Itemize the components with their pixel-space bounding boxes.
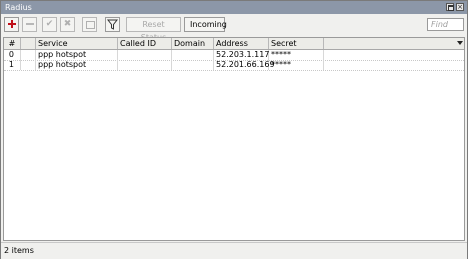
row-flags xyxy=(21,50,36,60)
disable-button[interactable]: ✖ xyxy=(60,17,75,32)
radius-window: Radius × ✔ ✖ Reset Status Incoming Find xyxy=(0,0,468,259)
incoming-button[interactable]: Incoming xyxy=(184,17,227,32)
comment-button[interactable] xyxy=(82,17,97,32)
row-called-id xyxy=(118,60,172,70)
check-icon: ✔ xyxy=(45,19,54,29)
row-filler xyxy=(324,50,464,60)
cross-icon: ✖ xyxy=(63,19,72,29)
column-header-flags[interactable] xyxy=(21,38,36,49)
row-called-id xyxy=(118,50,172,60)
row-domain xyxy=(172,60,214,70)
row-filler xyxy=(324,60,464,70)
column-header-domain[interactable]: Domain xyxy=(172,38,214,49)
filter-button[interactable] xyxy=(105,17,120,32)
status-bar: 2 items xyxy=(1,242,467,259)
close-button[interactable]: × xyxy=(456,3,464,11)
column-header-number[interactable]: # xyxy=(4,38,21,49)
window-title: Radius xyxy=(5,3,32,12)
column-header-secret[interactable]: Secret xyxy=(269,38,324,49)
remove-button[interactable] xyxy=(22,17,37,32)
row-service: ppp hotspot xyxy=(36,60,118,70)
column-header-service[interactable]: Service xyxy=(36,38,118,49)
column-header-called-id[interactable]: Called ID xyxy=(118,38,172,49)
title-bar[interactable]: Radius × xyxy=(1,1,467,14)
table-header: # Service Called ID Domain Address Secre… xyxy=(4,38,464,50)
minus-icon xyxy=(26,23,34,25)
column-header-address[interactable]: Address xyxy=(214,38,269,49)
row-number: 1 xyxy=(4,60,21,70)
row-domain xyxy=(172,50,214,60)
column-menu-icon[interactable] xyxy=(457,41,463,45)
maximize-button[interactable] xyxy=(446,3,454,11)
enable-button[interactable]: ✔ xyxy=(42,17,57,32)
reset-status-button[interactable]: Reset Status xyxy=(126,17,181,42)
row-flags xyxy=(21,60,36,70)
row-address: 52.203.1.117 xyxy=(216,50,270,60)
row-secret: ***** xyxy=(269,60,324,70)
radius-table: # Service Called ID Domain Address Secre… xyxy=(3,37,465,241)
row-secret: ***** xyxy=(269,50,324,60)
find-input[interactable]: Find xyxy=(427,18,464,31)
comment-icon xyxy=(86,21,95,29)
table-row[interactable]: 1 ppp hotspot 52.201.66.169 ***** xyxy=(4,60,464,71)
row-address: 52.201.66.169 xyxy=(216,60,275,70)
add-button[interactable] xyxy=(4,17,19,32)
filter-icon xyxy=(106,19,119,30)
row-service: ppp hotspot xyxy=(36,50,118,60)
item-count: 2 items xyxy=(4,246,34,255)
plus-icon xyxy=(8,20,16,28)
toolbar: ✔ ✖ Reset Status Incoming Find xyxy=(1,15,467,42)
column-header-filler xyxy=(324,38,464,49)
row-number: 0 xyxy=(4,50,21,60)
